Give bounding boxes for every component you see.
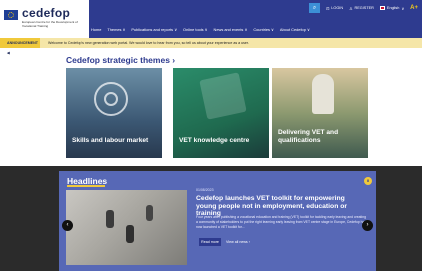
strategic-themes-title[interactable]: Cedefop strategic themes › xyxy=(66,55,175,65)
headline-date: 01/08/2023 xyxy=(196,188,214,192)
person-icon: ♙ xyxy=(349,6,353,11)
chevron-down-icon: ∨ xyxy=(401,6,405,11)
menu-item-online-tools[interactable]: Online tools ∨ xyxy=(183,27,207,32)
main-menu: Home Themes ∨ Publications and reports ∨… xyxy=(91,27,310,32)
site-header: cedefop European Centre for the Developm… xyxy=(0,0,422,38)
headline-image[interactable] xyxy=(66,190,187,265)
menu-item-news-events[interactable]: News and events ∨ xyxy=(214,27,248,32)
person-figure xyxy=(146,205,153,221)
hands-laptop-graphic xyxy=(199,72,247,120)
theme-card-label: Skills and labour market xyxy=(72,136,149,144)
menu-item-publications[interactable]: Publications and reports ∨ xyxy=(131,27,177,32)
announcement-text[interactable]: Welcome to Cedefop's new generation web … xyxy=(48,38,249,48)
menu-item-themes[interactable]: Themes ∨ xyxy=(107,27,125,32)
logo-subtitle: European Centre for the Development of V… xyxy=(22,20,78,28)
menu-item-countries[interactable]: Countries ∨ xyxy=(253,27,274,32)
cedefop-logo[interactable]: cedefop xyxy=(22,6,70,20)
main-navbar: ⌕ ⊡ LOGIN ♙ REGISTER English ∨ A+ Home Them… xyxy=(89,0,422,38)
page: cedefop European Centre for the Developm… xyxy=(0,0,422,271)
person-figure xyxy=(106,210,114,228)
menu-item-about[interactable]: About Cedefop ∨ xyxy=(280,27,310,32)
register-label: REGISTER xyxy=(354,6,374,10)
announcement-tag: ANNOUNCEMENT ◀ xyxy=(0,38,40,55)
uk-flag-icon xyxy=(379,6,385,10)
theme-card-vet-knowledge[interactable]: VET knowledge centre xyxy=(173,68,269,158)
target-inner-graphic xyxy=(104,92,118,106)
headlines-panel: Headlines II 01/08/2023 Cedefop launches… xyxy=(59,171,376,271)
search-icon[interactable]: ⌕ xyxy=(309,3,321,13)
language-select[interactable]: English ∨ xyxy=(379,6,405,11)
bulb-graphic xyxy=(312,74,334,114)
headline-body: Four years after publishing a vocational… xyxy=(196,215,367,229)
announcement-bar: ANNOUNCEMENT ◀ Welcome to Cedefop's new … xyxy=(0,38,422,55)
read-more-button[interactable]: Read more xyxy=(199,238,221,246)
login-label: LOGIN xyxy=(331,6,344,10)
login-link[interactable]: ⊡ LOGIN xyxy=(326,6,343,11)
text-size-button[interactable]: A+ xyxy=(410,5,418,11)
carousel-prev-icon[interactable]: ‹ xyxy=(62,220,73,231)
menu-item-home[interactable]: Home xyxy=(91,27,101,32)
user-icon: ⊡ xyxy=(326,6,330,11)
theme-card-label: VET knowledge centre xyxy=(179,136,250,144)
eu-flag-icon xyxy=(4,10,18,20)
pause-icon[interactable]: II xyxy=(364,177,372,185)
person-figure xyxy=(126,225,134,243)
language-label: English xyxy=(386,6,400,10)
carousel-next-icon[interactable]: › xyxy=(362,220,373,231)
theme-card-skills[interactable]: Skills and labour market xyxy=(66,68,162,158)
view-all-news-link[interactable]: View all news › xyxy=(226,238,250,246)
theme-card-label: Delivering VET and qualifications xyxy=(278,129,339,144)
register-link[interactable]: ♙ REGISTER xyxy=(349,6,374,11)
headlines-underline xyxy=(67,185,105,187)
utility-bar: ⌕ ⊡ LOGIN ♙ REGISTER English ∨ A+ xyxy=(309,3,422,13)
theme-card-delivering-vet[interactable]: Delivering VET and qualifications xyxy=(272,68,368,158)
